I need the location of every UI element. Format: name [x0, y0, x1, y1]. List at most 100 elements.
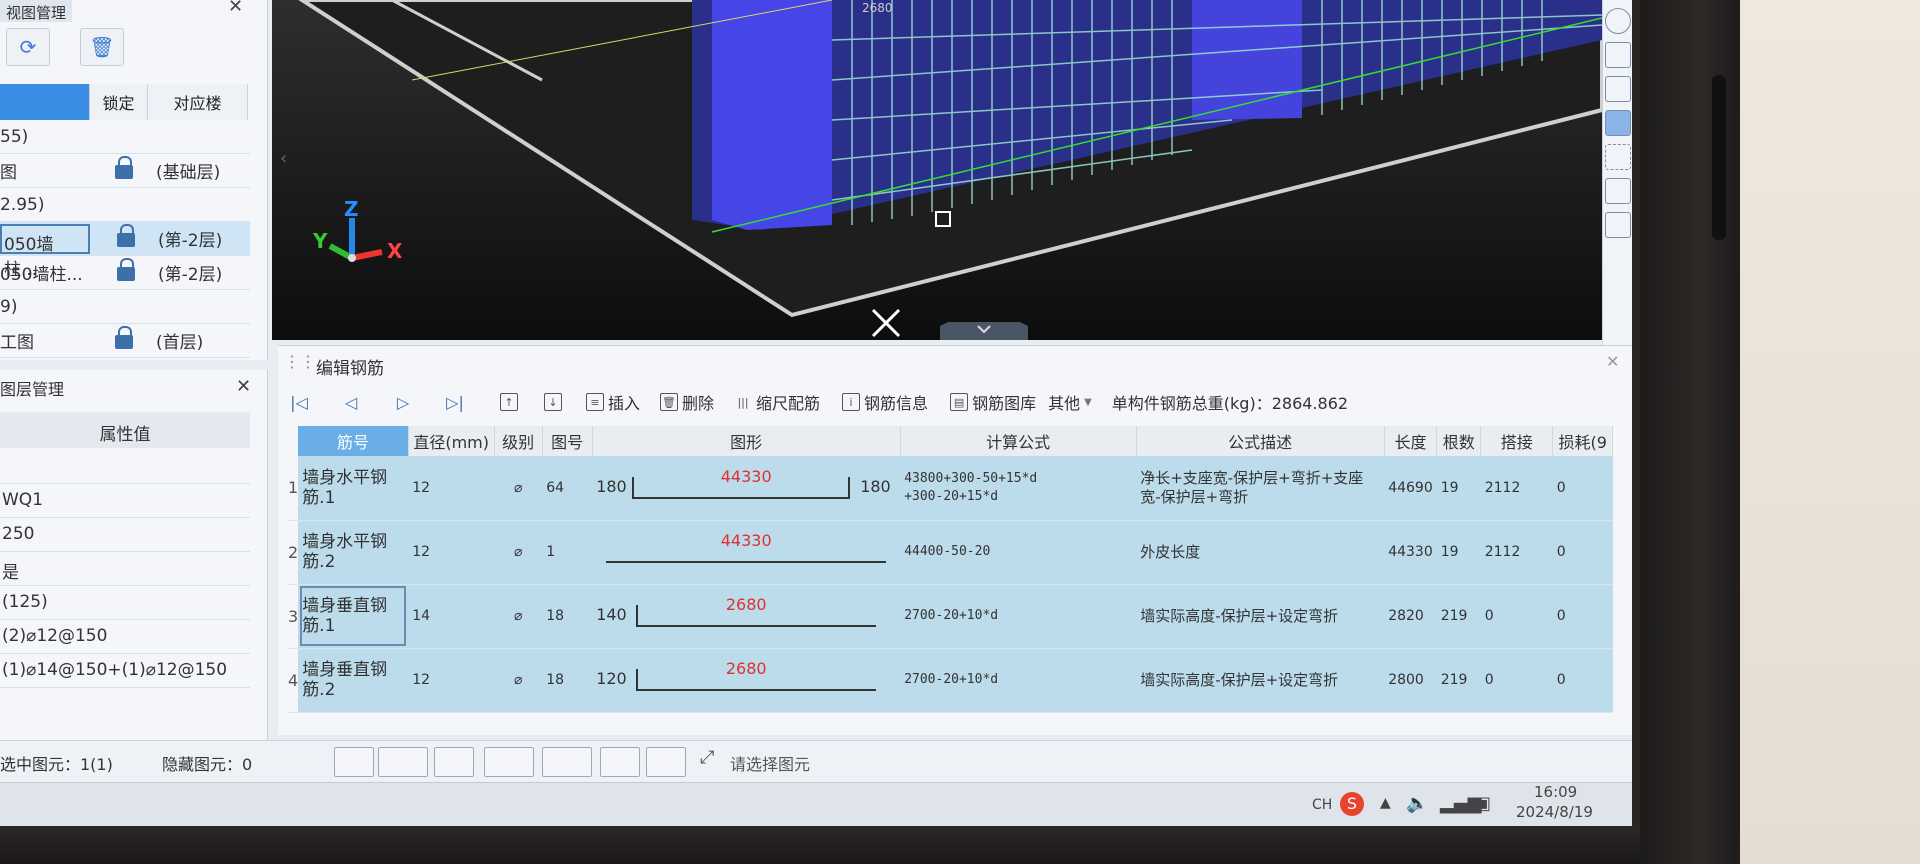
- scale-rebar-button[interactable]: ||| 缩尺配筋: [734, 390, 820, 414]
- sogou-ime-icon[interactable]: S: [1340, 792, 1364, 816]
- description-cell[interactable]: 墙实际高度-保护层+设定弯折: [1136, 584, 1385, 649]
- formula-cell[interactable]: 2700-20+10*d: [900, 584, 1137, 649]
- rect-select-icon[interactable]: [378, 747, 428, 777]
- 3d-viewport[interactable]: 2680 ‹ Z X Y: [272, 0, 1602, 340]
- count-cell[interactable]: 219: [1436, 584, 1481, 649]
- lap-cell[interactable]: 0: [1480, 584, 1553, 649]
- layer-row[interactable]: 9): [0, 290, 250, 324]
- property-row[interactable]: (125): [0, 586, 250, 620]
- ortho-icon[interactable]: [334, 747, 374, 777]
- shape-cell[interactable]: 44330: [592, 520, 901, 585]
- expand-icon[interactable]: ⤢: [700, 747, 714, 768]
- settings-list-icon[interactable]: [1605, 212, 1631, 238]
- loss-cell[interactable]: 0: [1552, 584, 1613, 649]
- layer-icon[interactable]: [1605, 178, 1631, 204]
- lock-icon[interactable]: [114, 325, 134, 350]
- diameter-cell[interactable]: 12: [408, 648, 495, 713]
- lock-icon[interactable]: [114, 155, 134, 180]
- shape-cell[interactable]: 120 2680: [592, 648, 901, 713]
- next-icon[interactable]: ▷: [392, 391, 414, 413]
- length-cell[interactable]: 44330: [1384, 520, 1437, 585]
- close-icon[interactable]: ✕: [228, 0, 243, 17]
- last-icon[interactable]: ▷|: [444, 391, 466, 413]
- grade-cell[interactable]: ⌀: [494, 456, 543, 521]
- description-cell[interactable]: 墙实际高度-保护层+设定弯折: [1136, 648, 1385, 713]
- arc-icon[interactable]: [646, 747, 686, 777]
- length-cell[interactable]: 44690: [1384, 456, 1437, 521]
- shape-cell[interactable]: 140 2680: [592, 584, 901, 649]
- layer-row[interactable]: 050墙柱... (第-2层): [0, 256, 250, 290]
- other-dropdown[interactable]: 其他 ▼: [1048, 390, 1092, 414]
- figure-cell[interactable]: 18: [542, 584, 593, 649]
- property-row[interactable]: 是: [0, 552, 250, 586]
- angle-icon[interactable]: [484, 747, 534, 777]
- formula-cell[interactable]: 2700-20+10*d: [900, 648, 1137, 713]
- bar-name-cell[interactable]: 墙身水平钢筋.2: [298, 520, 409, 585]
- formula-cell[interactable]: 43800+300-50+15*d +300-20+15*d: [900, 456, 1137, 521]
- grade-cell[interactable]: ⌀: [494, 584, 543, 649]
- col-header[interactable]: 直径(mm): [408, 426, 495, 456]
- count-cell[interactable]: 219: [1436, 648, 1481, 713]
- close-icon[interactable]: ✕: [236, 376, 251, 397]
- bar-name-cell[interactable]: 墙身垂直钢筋.1: [298, 584, 409, 649]
- figure-cell[interactable]: 1: [542, 520, 593, 585]
- first-icon[interactable]: |◁: [288, 391, 310, 413]
- col-lock-header[interactable]: 锁定: [90, 84, 148, 120]
- grade-cell[interactable]: ⌀: [494, 648, 543, 713]
- property-row[interactable]: (1)⌀14@150+(1)⌀12@150: [0, 654, 250, 688]
- diameter-cell[interactable]: 12: [408, 456, 495, 521]
- snap-icon[interactable]: [600, 747, 640, 777]
- col-header[interactable]: 图号: [542, 426, 593, 456]
- col-header[interactable]: 损耗(9: [1552, 426, 1614, 456]
- delete-button[interactable]: 🗑 删除: [660, 390, 714, 414]
- diameter-cell[interactable]: 12: [408, 520, 495, 585]
- formula-cell[interactable]: 44400-50-20: [900, 520, 1137, 585]
- cross-select-icon[interactable]: [434, 747, 474, 777]
- col-header[interactable]: 公式描述: [1136, 426, 1385, 456]
- notification-icon[interactable]: ▣: [1474, 793, 1491, 814]
- length-cell[interactable]: 2800: [1384, 648, 1437, 713]
- shaded-cube-icon[interactable]: [1605, 110, 1631, 136]
- diameter-cell[interactable]: 14: [408, 584, 495, 649]
- col-header[interactable]: 筋号: [298, 426, 409, 456]
- insert-button[interactable]: ≡ 插入: [586, 390, 640, 414]
- layer-row-selected[interactable]: 050墙柱... (第-2层): [0, 222, 250, 280]
- col-header[interactable]: 计算公式: [900, 426, 1137, 456]
- bar-name-cell[interactable]: 墙身水平钢筋.1: [298, 456, 409, 521]
- lock-icon[interactable]: [116, 257, 136, 282]
- rebar-library-button[interactable]: ▤ 钢筋图库: [950, 390, 1036, 414]
- description-cell[interactable]: 外皮长度: [1136, 520, 1385, 585]
- volume-icon[interactable]: 🔈: [1406, 793, 1428, 814]
- tray-chevron-icon[interactable]: ▲: [1380, 795, 1391, 811]
- move-down-icon[interactable]: ↓: [544, 393, 562, 411]
- trash-icon[interactable]: 🗑: [80, 28, 124, 66]
- figure-cell[interactable]: 18: [542, 648, 593, 713]
- layer-row[interactable]: 工图 (首层): [0, 324, 250, 358]
- 2d-view-icon[interactable]: [1605, 42, 1631, 68]
- lap-cell[interactable]: 2112: [1480, 520, 1553, 585]
- length-cell[interactable]: 2820: [1384, 584, 1437, 649]
- prev-icon[interactable]: ◁: [340, 391, 362, 413]
- drag-handle-icon[interactable]: ⋮⋮: [284, 352, 316, 371]
- cube-view-icon[interactable]: [1605, 76, 1631, 102]
- clock-date[interactable]: 2024/8/19: [1516, 803, 1593, 821]
- col-floor-header[interactable]: 对应楼: [148, 84, 248, 120]
- col-header[interactable]: 根数: [1436, 426, 1482, 456]
- loss-cell[interactable]: 0: [1552, 520, 1613, 585]
- col-header[interactable]: 长度: [1384, 426, 1438, 456]
- table-row[interactable]: 4 墙身垂直钢筋.2 12 ⌀ 18 120 2680 2700-20+10*d…: [288, 648, 1613, 713]
- input-language[interactable]: CH: [1312, 797, 1332, 813]
- col-header[interactable]: 搭接: [1480, 426, 1554, 456]
- clock-time[interactable]: 16:09: [1534, 783, 1577, 801]
- bar-name-cell[interactable]: 墙身垂直钢筋.2: [298, 648, 409, 713]
- lap-cell[interactable]: 2112: [1480, 456, 1553, 521]
- property-row[interactable]: (2)⌀12@150: [0, 620, 250, 654]
- move-up-icon[interactable]: ↑: [500, 393, 518, 411]
- loss-cell[interactable]: 0: [1552, 648, 1613, 713]
- lap-cell[interactable]: 0: [1480, 648, 1553, 713]
- refresh-icon[interactable]: ⟳: [6, 28, 50, 66]
- property-row[interactable]: WQ1: [0, 484, 250, 518]
- layer-row[interactable]: 55): [0, 120, 250, 154]
- col-header[interactable]: 图形: [592, 426, 901, 456]
- layer-row[interactable]: 2.95): [0, 188, 250, 222]
